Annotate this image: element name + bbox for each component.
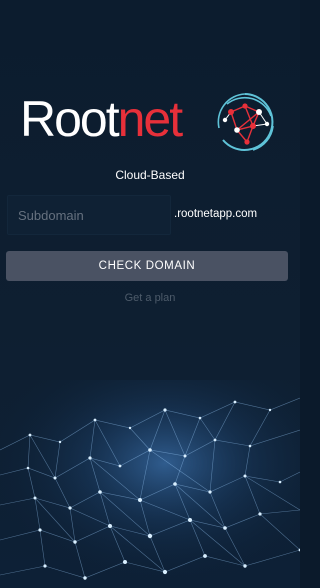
check-domain-button[interactable]: CHECK DOMAIN xyxy=(6,251,288,281)
domain-suffix: .rootnetapp.com xyxy=(174,208,258,220)
rootnet-logo: Rootnet xyxy=(20,90,282,152)
get-plan-link[interactable]: Get a plan xyxy=(0,292,300,304)
login-screen: Rootnet Cloud-Based Subdomain .rootnetap… xyxy=(0,0,300,588)
logo-wordmark-net: net xyxy=(117,91,184,147)
network-globe-icon xyxy=(217,93,274,151)
logo-wordmark: Rootnet xyxy=(20,90,184,148)
tagline: Cloud-Based xyxy=(115,168,185,182)
subdomain-input[interactable] xyxy=(7,195,171,235)
network-mesh-icon xyxy=(0,380,300,588)
logo-wordmark-root: Root xyxy=(20,91,120,147)
